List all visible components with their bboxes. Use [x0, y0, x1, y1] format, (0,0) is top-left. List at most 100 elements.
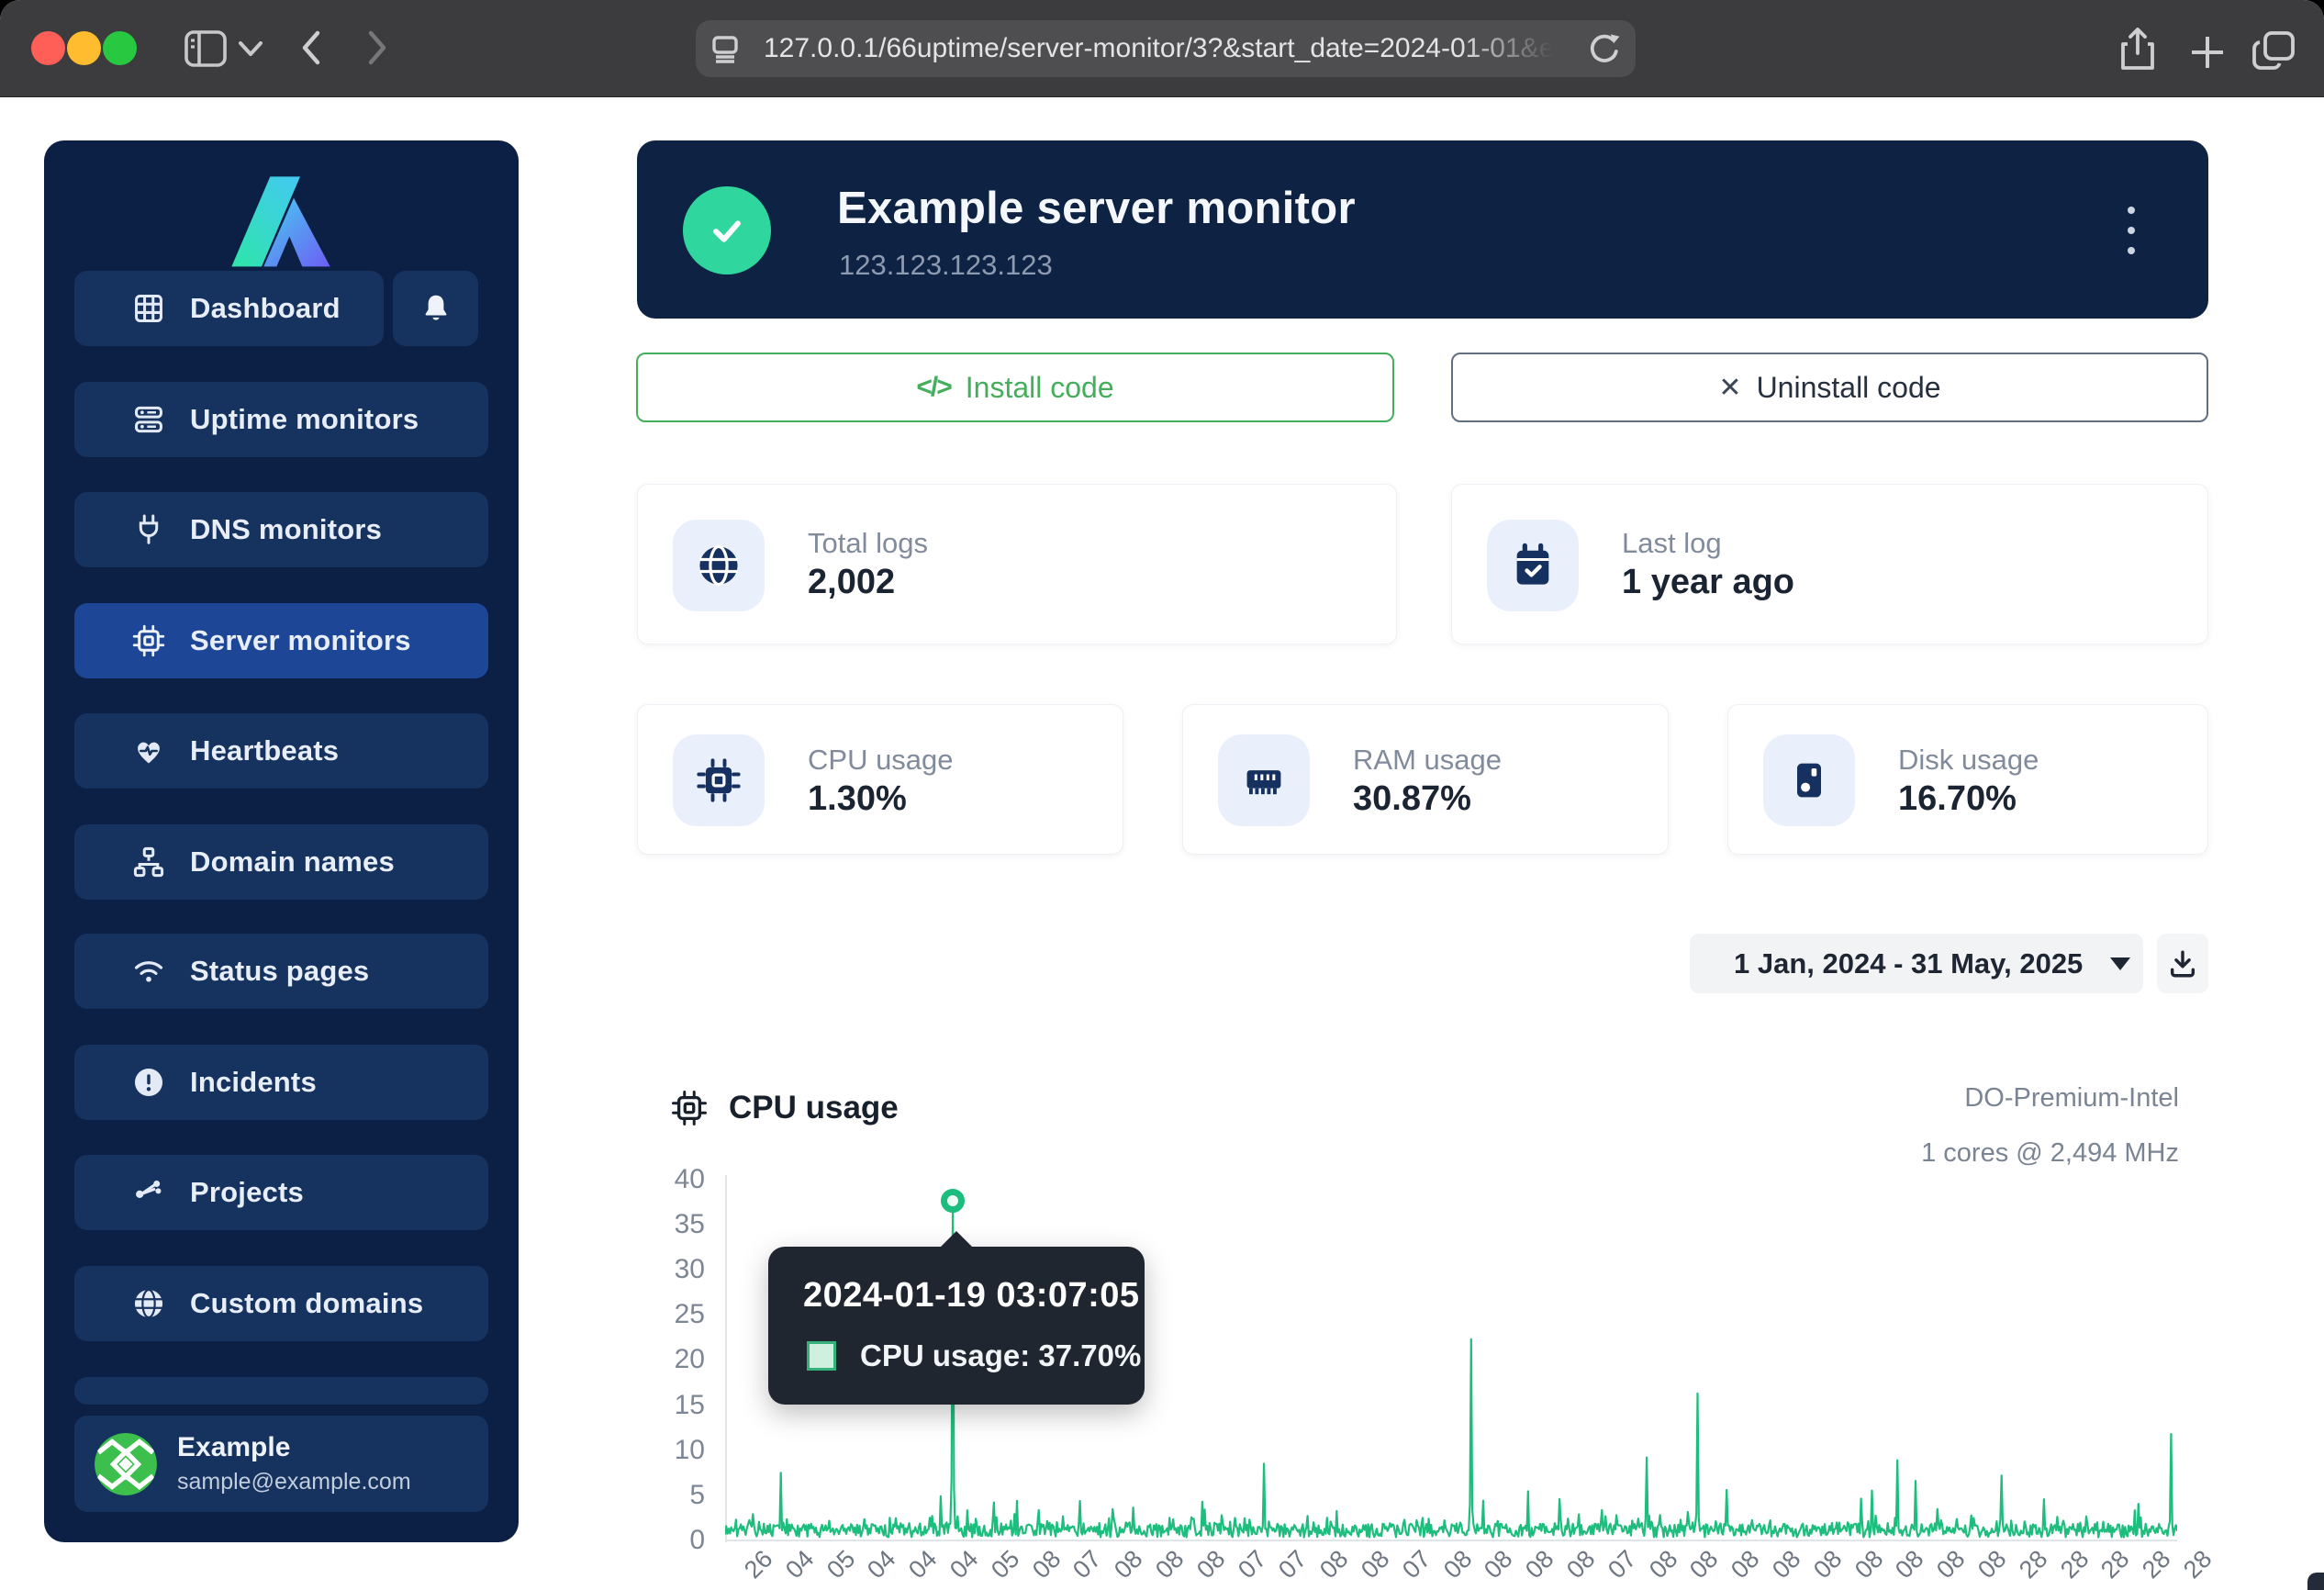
zoom-window-button[interactable] — [103, 31, 137, 65]
back-icon[interactable] — [299, 29, 323, 66]
sidebar-item-incidents[interactable]: Incidents — [74, 1045, 488, 1120]
sidebar-item-custom-domains[interactable]: Custom domains — [74, 1266, 488, 1341]
wifi-icon — [131, 954, 166, 989]
x-tick: 08 — [1191, 1545, 1231, 1584]
sidebar: Dashboard Uptime monitors DNS monitors S… — [44, 140, 519, 1542]
chart-title: CPU usage — [670, 1089, 899, 1127]
stat-label: RAM usage — [1353, 744, 1502, 777]
tooltip-value: CPU usage: 37.70% — [860, 1338, 1141, 1373]
sidebar-item-domain-names[interactable]: Domain names — [74, 824, 488, 900]
user-menu[interactable]: Example sample@example.com — [74, 1416, 488, 1512]
x-tick: 28 — [2014, 1545, 2053, 1584]
kebab-menu-icon[interactable] — [2128, 207, 2137, 254]
install-code-label: Install code — [966, 371, 1114, 405]
close-window-button[interactable] — [31, 31, 65, 65]
download-icon — [2167, 948, 2198, 980]
reload-icon[interactable] — [1586, 30, 1623, 67]
chart-title-label: CPU usage — [729, 1090, 899, 1126]
sidebar-item-label: Heartbeats — [190, 734, 339, 767]
selected-point-marker — [941, 1189, 965, 1213]
sidebar-item-partial[interactable] — [74, 1377, 488, 1405]
globe-icon — [131, 1286, 166, 1321]
x-tick: 07 — [1397, 1545, 1436, 1584]
x-tick: 08 — [1561, 1545, 1601, 1584]
cpu-icon — [131, 623, 166, 658]
forward-icon[interactable] — [365, 29, 389, 66]
sidebar-item-server-monitors[interactable]: Server monitors — [74, 603, 488, 678]
screenshot-root: 127.0.0.1/66uptime/server-monitor/3?&sta… — [0, 0, 2324, 1590]
y-tick: 40 — [613, 1163, 705, 1196]
x-tick: 08 — [1849, 1545, 1889, 1584]
user-name: Example — [177, 1432, 411, 1463]
sidebar-toggle-icon[interactable] — [184, 29, 228, 68]
app-logo — [212, 168, 350, 271]
download-report-button[interactable] — [2157, 934, 2208, 993]
sidebar-item-heartbeats[interactable]: Heartbeats — [74, 713, 488, 789]
stat-value: 1.30% — [808, 779, 907, 819]
minimize-window-button[interactable] — [67, 31, 101, 65]
code-icon: </> — [916, 372, 950, 403]
sidebar-item-status-pages[interactable]: Status pages — [74, 934, 488, 1009]
x-tick: 08 — [1314, 1545, 1354, 1584]
url-text[interactable]: 127.0.0.1/66uptime/server-monitor/3?&sta… — [764, 20, 1553, 77]
uninstall-code-button[interactable]: ✕ Uninstall code — [1451, 353, 2208, 422]
plug-icon — [131, 512, 166, 547]
x-tick: 07 — [1273, 1545, 1313, 1584]
calendar-check-icon — [1487, 520, 1579, 611]
sidebar-item-dashboard[interactable]: Dashboard — [74, 271, 384, 346]
chart-tooltip: 2024-01-19 03:07:05 CPU usage: 37.70% — [768, 1247, 1145, 1405]
stat-label: Total logs — [808, 527, 928, 560]
y-tick: 5 — [613, 1479, 705, 1512]
notifications-button[interactable] — [393, 271, 478, 346]
series-swatch — [807, 1341, 836, 1371]
stat-value: 2,002 — [808, 563, 895, 602]
date-range-picker[interactable]: 1 Jan, 2024 - 31 May, 2025 — [1690, 934, 2143, 993]
chevron-down-icon — [2110, 957, 2130, 970]
sidebar-item-projects[interactable]: Projects — [74, 1155, 488, 1230]
y-tick: 20 — [613, 1343, 705, 1376]
new-tab-icon[interactable] — [2188, 33, 2227, 72]
x-tick: 08 — [1479, 1545, 1518, 1584]
sidebar-item-label: Projects — [190, 1176, 304, 1209]
sidebar-item-label: Server monitors — [190, 624, 411, 657]
x-tick: 28 — [2137, 1545, 2176, 1584]
browser-window: 127.0.0.1/66uptime/server-monitor/3?&sta… — [0, 0, 2324, 1590]
x-tick: 08 — [1684, 1545, 1724, 1584]
user-email: sample@example.com — [177, 1469, 411, 1495]
stat-label: Last log — [1622, 527, 1722, 560]
x-tick: 08 — [1972, 1545, 2012, 1584]
chevron-down-icon[interactable] — [239, 41, 263, 56]
sidebar-item-label: Custom domains — [190, 1287, 423, 1320]
y-tick: 15 — [613, 1389, 705, 1422]
total-logs-card: Total logs 2,002 — [637, 484, 1397, 644]
heart-pulse-icon — [131, 733, 166, 768]
cpu-icon — [670, 1089, 709, 1127]
sidebar-item-label: Dashboard — [190, 292, 341, 325]
sidebar-item-uptime-monitors[interactable]: Uptime monitors — [74, 382, 488, 457]
y-tick: 35 — [613, 1208, 705, 1241]
ram-usage-card: RAM usage 30.87% — [1182, 704, 1669, 855]
x-tick: 08 — [1767, 1545, 1806, 1584]
x-tick: 04 — [944, 1545, 984, 1584]
x-tick: 08 — [1644, 1545, 1683, 1584]
cpu-icon — [673, 734, 765, 826]
floating-corner-button[interactable] — [2307, 1573, 2324, 1590]
monitor-header-card: Example server monitor 123.123.123.123 — [637, 140, 2208, 319]
share-nodes-icon — [131, 1175, 166, 1210]
x-tick: 26 — [739, 1545, 778, 1584]
tabs-icon[interactable] — [2251, 29, 2296, 72]
install-code-button[interactable]: </> Install code — [636, 353, 1394, 422]
x-tick: 08 — [1520, 1545, 1559, 1584]
hard-drive-icon — [1763, 734, 1855, 826]
y-tick: 0 — [613, 1524, 705, 1557]
x-tick: 04 — [903, 1545, 943, 1584]
sidebar-item-dns-monitors[interactable]: DNS monitors — [74, 492, 488, 567]
x-tick: 08 — [1808, 1545, 1848, 1584]
monitor-ip: 123.123.123.123 — [839, 249, 1053, 282]
y-tick: 30 — [613, 1253, 705, 1286]
uninstall-code-label: Uninstall code — [1757, 371, 1941, 405]
x-tick: 08 — [1027, 1545, 1067, 1584]
x-tick: 07 — [1603, 1545, 1642, 1584]
share-icon[interactable] — [2117, 26, 2159, 73]
cpu-usage-card: CPU usage 1.30% — [637, 704, 1123, 855]
